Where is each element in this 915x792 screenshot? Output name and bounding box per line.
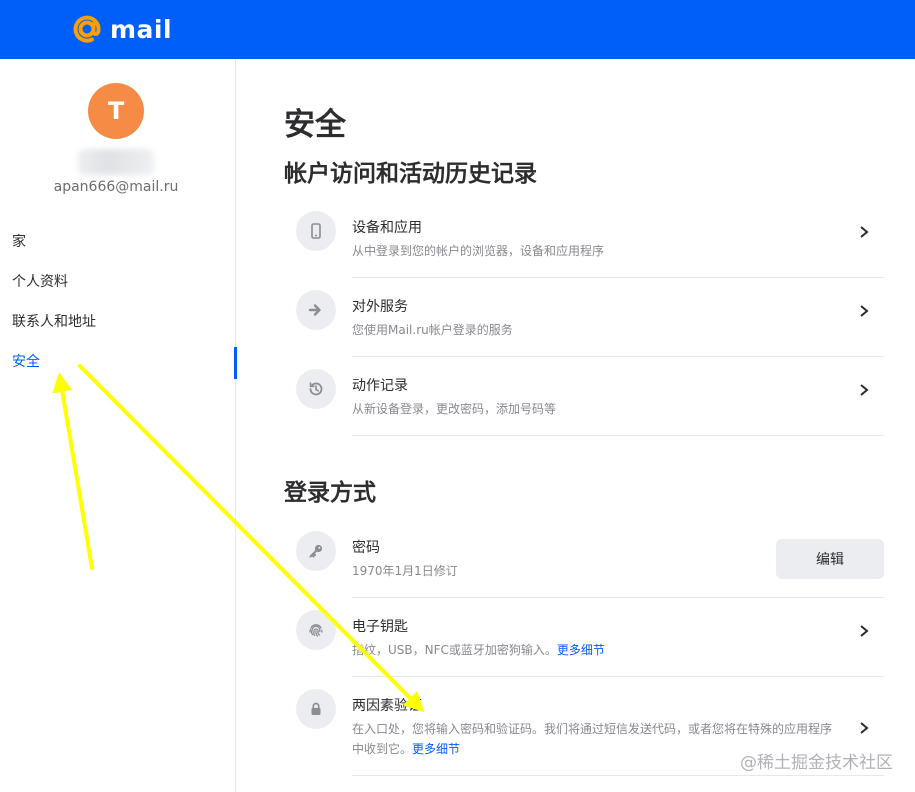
row-description-text: 指纹，USB，NFC或蓝牙加密狗输入。: [352, 643, 557, 657]
user-email: apan666@mail.ru: [53, 179, 179, 195]
fingerprint-icon: [296, 610, 336, 650]
sidebar-item-home[interactable]: 家: [0, 222, 236, 262]
sidebar: T apan666@mail.ru 家 个人资料 联系人和地址 安全: [0, 59, 237, 792]
blurred-user-name: [78, 149, 154, 175]
sidebar-item-contacts[interactable]: 联系人和地址: [0, 302, 236, 342]
chevron-right-icon: [860, 305, 869, 317]
arrow-right-icon: [296, 290, 336, 330]
sidebar-item-security[interactable]: 安全: [0, 342, 237, 382]
chevron-right-icon: [860, 384, 869, 396]
row-title: 动作记录: [352, 378, 408, 394]
more-details-link[interactable]: 更多细节: [557, 643, 605, 657]
mail-logo[interactable]: mail: [70, 12, 172, 46]
at-sign-icon: [73, 15, 101, 43]
row-title: 设备和应用: [352, 220, 422, 236]
chevron-right-icon: [860, 625, 869, 637]
chevron-right-icon: [860, 722, 869, 734]
row-password: 密码 1970年1月1日修订 编辑: [296, 519, 884, 598]
watermark: @稀土掘金技术社区: [740, 753, 893, 773]
section-title-login-methods: 登录方式: [284, 480, 376, 506]
device-icon: [296, 211, 336, 251]
section-title-access: 帐户访问和活动历史记录: [284, 161, 537, 187]
more-details-link[interactable]: 更多细节: [412, 742, 460, 756]
sidebar-nav: 家 个人资料 联系人和地址 安全: [0, 222, 237, 382]
row-description: 指纹，USB，NFC或蓝牙加密狗输入。更多细节: [352, 640, 605, 660]
logo-text: mail: [110, 14, 173, 44]
row-title: 两因素验证: [352, 698, 422, 714]
page-title: 安全: [284, 107, 346, 143]
row-external-services[interactable]: 对外服务 您使用Mail.ru帐户登录的服务: [296, 278, 884, 357]
lock-icon: [296, 689, 336, 729]
avatar[interactable]: T: [88, 83, 144, 139]
divider: [352, 775, 884, 776]
chevron-right-icon: [860, 226, 869, 238]
row-title: 电子钥匙: [352, 619, 408, 635]
history-icon: [296, 369, 336, 409]
sidebar-item-profile[interactable]: 个人资料: [0, 262, 236, 302]
row-description: 1970年1月1日修订: [352, 564, 458, 578]
row-description: 您使用Mail.ru帐户登录的服务: [352, 323, 513, 337]
row-title: 对外服务: [352, 299, 408, 315]
row-title: 密码: [352, 540, 380, 556]
divider: [352, 435, 884, 436]
row-devices-apps[interactable]: 设备和应用 从中登录到您的帐户的浏览器，设备和应用程序: [296, 199, 884, 278]
row-description: 从新设备登录，更改密码，添加号码等: [352, 402, 557, 416]
row-description: 从中登录到您的帐户的浏览器，设备和应用程序: [352, 244, 605, 258]
row-electronic-key[interactable]: 电子钥匙 指纹，USB，NFC或蓝牙加密狗输入。更多细节: [296, 598, 884, 677]
key-icon: [296, 531, 336, 571]
top-header: mail: [0, 0, 915, 59]
edit-password-button[interactable]: 编辑: [776, 539, 884, 579]
row-activity-history[interactable]: 动作记录 从新设备登录，更改密码，添加号码等: [296, 357, 884, 436]
